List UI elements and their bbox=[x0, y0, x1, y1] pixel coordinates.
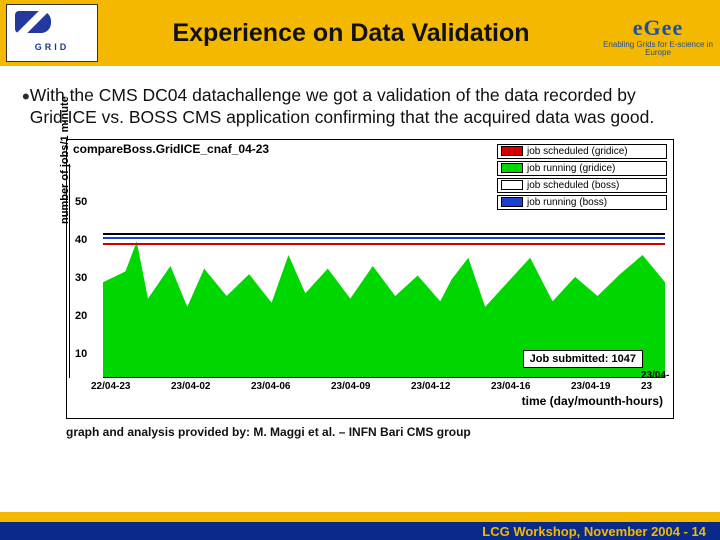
legend-label: job running (boss) bbox=[527, 197, 607, 208]
chart-container: compareBoss.GridICE_cnaf_04-23 number of… bbox=[66, 139, 674, 419]
infn-logo: GRID bbox=[6, 4, 98, 62]
egee-logo: eGee Enabling Grids for E-science in Eur… bbox=[598, 1, 718, 65]
chart-title: compareBoss.GridICE_cnaf_04-23 bbox=[73, 142, 269, 156]
series-scheduled-gridice bbox=[103, 243, 665, 245]
chart-xlabel: time (day/mounth-hours) bbox=[522, 394, 663, 408]
series-running-boss bbox=[103, 237, 665, 239]
annotation-box: Job submitted: 1047 bbox=[523, 350, 643, 368]
ytick: 10 bbox=[75, 348, 87, 360]
footer-text: LCG Workshop, November 2004 - 14 bbox=[482, 524, 706, 539]
ytick: 30 bbox=[75, 272, 87, 284]
page-title: Experience on Data Validation bbox=[104, 19, 598, 48]
infn-logo-label: GRID bbox=[35, 42, 70, 52]
legend-item: job scheduled (gridice) bbox=[497, 144, 667, 159]
swatch-icon bbox=[501, 163, 523, 173]
xtick: 23/04-12 bbox=[411, 381, 450, 392]
bullet-item: • With the CMS DC04 datachallenge we got… bbox=[22, 84, 698, 129]
xtick: 23/04-09 bbox=[331, 381, 370, 392]
chart-legend: job scheduled (gridice) job running (gri… bbox=[497, 144, 667, 212]
legend-item: job running (gridice) bbox=[497, 161, 667, 176]
swatch-icon bbox=[501, 146, 523, 156]
chart-yaxis bbox=[69, 164, 70, 378]
bullet-icon: • bbox=[22, 86, 30, 129]
series-scheduled-boss bbox=[103, 233, 665, 235]
ytick: 40 bbox=[75, 234, 87, 246]
legend-label: job scheduled (gridice) bbox=[527, 146, 628, 157]
bullet-text: With the CMS DC04 datachallenge we got a… bbox=[30, 84, 698, 129]
legend-item: job scheduled (boss) bbox=[497, 178, 667, 193]
xtick: 22/04-23 bbox=[91, 381, 130, 392]
xtick: 23/04-23 bbox=[641, 370, 673, 392]
xtick: 23/04-06 bbox=[251, 381, 290, 392]
legend-label: job scheduled (boss) bbox=[527, 180, 619, 191]
egee-logo-label: eGee bbox=[633, 15, 683, 41]
xtick: 23/04-19 bbox=[571, 381, 610, 392]
ytick: 20 bbox=[75, 310, 87, 322]
footer: LCG Workshop, November 2004 - 14 bbox=[0, 512, 720, 540]
xtick: 23/04-16 bbox=[491, 381, 530, 392]
legend-item: job running (boss) bbox=[497, 195, 667, 210]
xtick: 23/04-02 bbox=[171, 381, 210, 392]
header-bar: GRID Experience on Data Validation eGee … bbox=[0, 0, 720, 66]
chart-xaxis bbox=[103, 377, 665, 378]
swatch-icon bbox=[501, 197, 523, 207]
legend-label: job running (gridice) bbox=[527, 163, 615, 174]
credit-line: graph and analysis provided by: M. Maggi… bbox=[66, 425, 698, 439]
egee-subtitle: Enabling Grids for E-science in Europe bbox=[598, 41, 718, 58]
body-area: • With the CMS DC04 datachallenge we got… bbox=[0, 66, 720, 439]
swatch-icon bbox=[501, 180, 523, 190]
ytick: 50 bbox=[75, 196, 87, 208]
egee-dots-icon bbox=[644, 9, 673, 13]
